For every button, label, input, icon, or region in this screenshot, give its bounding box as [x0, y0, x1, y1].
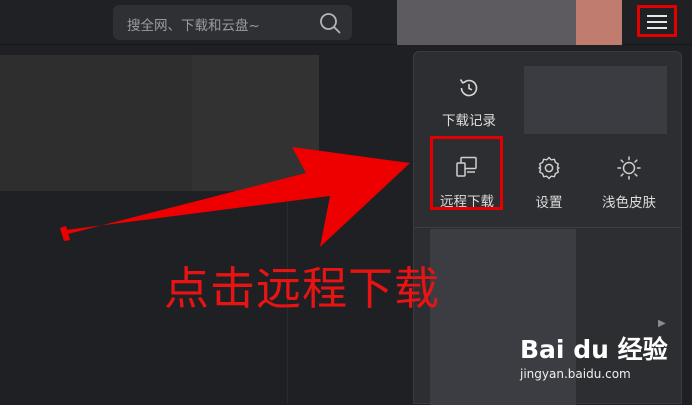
- menu-item-download-history[interactable]: 下载记录: [432, 76, 506, 129]
- highlight-box: [430, 136, 503, 210]
- menu-item-label: 设置: [535, 195, 563, 211]
- watermark-url: jingyan.baidu.com: [520, 367, 631, 381]
- watermark-logo: Bai du 经验: [520, 335, 668, 364]
- sun-icon: [616, 155, 642, 181]
- menu-item-label: 浅色皮肤: [602, 195, 656, 211]
- menu-item-label: 下载记录: [442, 113, 496, 129]
- chevron-right-icon[interactable]: ▶: [658, 318, 666, 329]
- settings-gear-icon: [536, 155, 562, 181]
- menu-item-settings[interactable]: 设置: [522, 155, 576, 211]
- menu-promo-thumbnail[interactable]: [524, 66, 667, 134]
- annotation-text: 点击远程下载: [164, 262, 441, 315]
- menu-item-light-skin[interactable]: 浅色皮肤: [594, 155, 664, 211]
- watermark: Bai du 经验 jingyan.baidu.com: [520, 330, 668, 381]
- history-icon: [457, 76, 481, 100]
- menu-divider: [414, 227, 681, 228]
